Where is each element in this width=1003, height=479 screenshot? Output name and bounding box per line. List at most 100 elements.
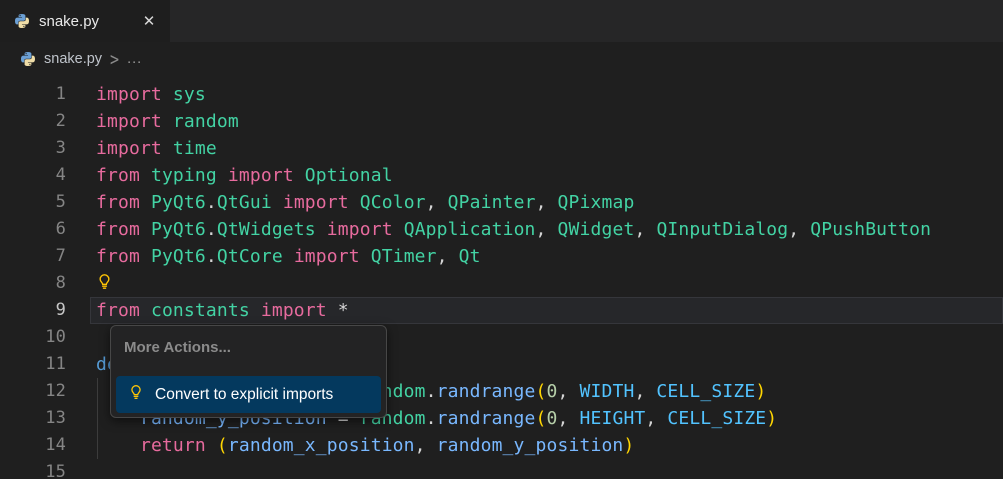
breadcrumb-more[interactable]: ... [127,51,142,67]
code-line[interactable]: 7from PyQt6.QtCore import QTimer, Qt [0,243,1003,270]
token-pln: . [426,381,437,402]
token-typ: QtGui [217,192,272,213]
chevron-right-icon: > [110,47,119,70]
token-pln [349,192,360,213]
close-tab-icon[interactable]: ✕ [138,10,160,32]
token-typ: PyQt6 [151,246,206,267]
lightbulb-icon[interactable] [96,273,113,290]
token-br: ( [217,435,228,456]
token-pln: , [645,408,667,429]
token-pln [140,192,151,213]
token-pln [393,219,404,240]
token-typ: PyQt6 [151,219,206,240]
token-typ: QColor [360,192,426,213]
token-pln [162,138,173,159]
code-text: from PyQt6.QtCore import QTimer, Qt [90,243,1003,270]
token-pln: , [536,192,558,213]
token-kw: from [96,300,140,321]
code-line[interactable]: 3 import time [0,135,1003,162]
token-pln [96,435,140,456]
token-pln [206,435,217,456]
token-br: ) [623,435,634,456]
token-pln: , [558,408,580,429]
tab-snake-py[interactable]: snake.py ✕ [0,0,170,42]
token-num: 0 [547,381,558,402]
token-typ: time [173,138,217,159]
token-pln [272,192,283,213]
code-line[interactable]: 8 [0,270,1003,297]
token-pln [327,300,338,321]
tab-bar: snake.py ✕ [0,0,1003,42]
code-action-convert-imports[interactable]: Convert to explicit imports [116,376,381,413]
token-typ: QApplication [404,219,536,240]
token-kw: return [140,435,206,456]
code-text: import time [90,135,1003,162]
token-pln: . [206,246,217,267]
line-number: 10 [0,324,66,351]
token-kw: import [327,219,393,240]
token-pln [294,165,305,186]
code-text: return (random_x_position, random_y_posi… [90,432,1003,459]
token-pln [360,246,371,267]
line-number: 8 [0,270,66,297]
token-pln [283,246,294,267]
tab-label: snake.py [39,13,129,30]
token-var: randrange [437,408,536,429]
token-typ: Optional [305,165,393,186]
code-line[interactable]: 15 [0,459,1003,479]
breadcrumb-file[interactable]: snake.py [44,51,102,67]
token-pln: , [634,381,656,402]
code-line[interactable]: 9from constants import * [0,297,1003,324]
token-br: ( [536,408,547,429]
token-pln: , [426,192,448,213]
token-pln: . [206,219,217,240]
token-cst: CELL_SIZE [667,408,766,429]
code-line[interactable]: 6 from PyQt6.QtWidgets import QApplicatio… [0,216,1003,243]
code-text: import random [90,108,1003,135]
code-line[interactable]: 4 from typing import Optional [0,162,1003,189]
code-line[interactable]: 5from PyQt6.QtGui import QColor, QPainte… [0,189,1003,216]
token-pln: , [634,219,656,240]
code-line[interactable]: 14 return (random_x_position, random_y_p… [0,432,1003,459]
token-typ: random [173,111,239,132]
token-pln [140,219,151,240]
token-kw: import [228,165,294,186]
token-typ: QtWidgets [217,219,316,240]
line-number: 15 [0,459,66,479]
token-typ: QPushButton [810,219,931,240]
line-number: 4 [0,162,66,189]
token-var: randrange [437,381,536,402]
code-line[interactable]: 1import sys [0,81,1003,108]
token-kw: from [96,165,140,186]
line-number: 2 [0,108,66,135]
line-number: 3 [0,135,66,162]
token-typ: QPixmap [558,192,635,213]
token-kw: from [96,246,140,267]
code-text: from typing import Optional [90,162,1003,189]
token-typ: QTimer [371,246,437,267]
line-number: 6 [0,216,66,243]
token-pln: , [437,246,459,267]
line-number: 12 [0,378,66,405]
python-file-icon [20,51,36,67]
token-br: ( [536,381,547,402]
breadcrumb: snake.py > ... [0,42,1003,75]
line-number: 14 [0,432,66,459]
token-typ: QPainter [448,192,536,213]
token-kw: import [96,138,162,159]
code-text: from PyQt6.QtWidgets import QApplication… [90,216,1003,243]
token-kw: from [96,192,140,213]
token-pln: . [426,408,437,429]
code-text: import sys [90,81,1003,108]
token-br: ) [755,381,766,402]
code-action-menu-header: More Actions... [124,339,231,356]
token-num: 0 [547,408,558,429]
code-line[interactable]: 2 import random [0,108,1003,135]
token-typ: Qt [459,246,481,267]
line-number: 7 [0,243,66,270]
code-editor[interactable]: 1import sys2 import random 3 import time 4 fr… [0,81,1003,479]
code-text [90,459,1003,479]
token-typ: typing [151,165,217,186]
token-typ: sys [173,84,206,105]
token-pln [140,300,151,321]
